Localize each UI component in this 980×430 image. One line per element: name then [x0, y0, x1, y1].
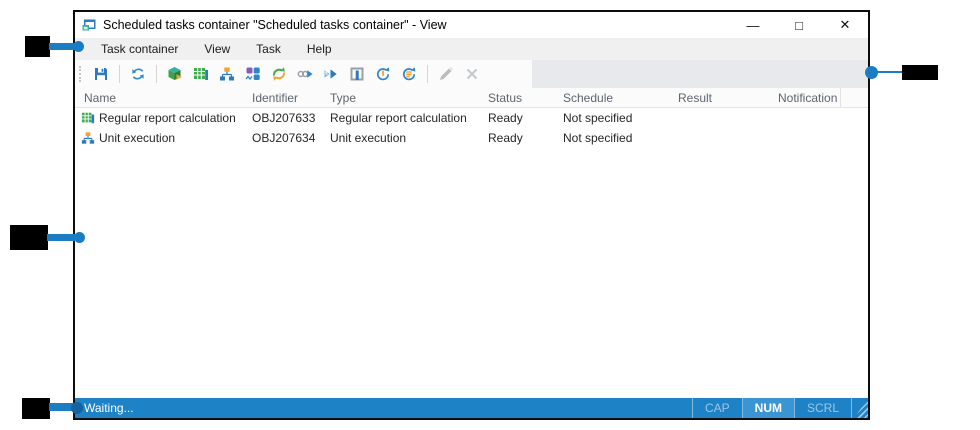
container-button[interactable]: [344, 62, 370, 86]
toolbar-separator: [156, 65, 157, 83]
cube-view-icon: [168, 67, 182, 80]
schedule-list-icon: [402, 67, 416, 81]
callout-leader-line: [47, 234, 75, 241]
list-header: Name Identifier Type Status Schedule Res…: [75, 88, 868, 108]
scroll-lock-indicator: SCRL: [806, 401, 839, 415]
redacted-callout-status-bar: [22, 398, 50, 419]
app-window: Scheduled tasks container "Scheduled tas…: [73, 10, 870, 420]
task-status: Ready: [488, 111, 523, 125]
schedule-once-button[interactable]: [370, 62, 396, 86]
redacted-callout-list-area: [10, 225, 48, 250]
task-type: Regular report calculation: [330, 111, 467, 125]
schedule-once-icon: [376, 67, 390, 81]
num-lock-indicator: NUM: [742, 398, 794, 418]
toolbar: [75, 60, 532, 88]
menu-task-container[interactable]: Task container: [92, 40, 187, 58]
edit-button-disabled[interactable]: [433, 62, 459, 86]
column-header-identifier[interactable]: Identifier: [247, 88, 325, 107]
task-status: Ready: [488, 131, 523, 145]
callout-dot: [865, 66, 878, 79]
table-row[interactable]: Unit execution OBJ207634 Unit execution …: [75, 128, 868, 148]
title-bar: Scheduled tasks container "Scheduled tas…: [75, 12, 868, 38]
callout-dot: [71, 402, 83, 414]
status-text: Waiting...: [84, 401, 134, 415]
menu-bar: Task container View Task Help: [75, 38, 868, 60]
statusbar-separator: [851, 398, 852, 418]
toolbar-area: [75, 60, 868, 88]
task-identifier: OBJ207633: [252, 111, 316, 125]
column-header-empty: [840, 88, 868, 107]
delete-button-disabled[interactable]: [459, 62, 485, 86]
table-row[interactable]: Regular report calculation OBJ207633 Reg…: [75, 108, 868, 128]
unit-orgchart-button[interactable]: [214, 62, 240, 86]
column-header-result[interactable]: Result: [673, 88, 773, 107]
save-icon: [95, 68, 107, 80]
sync-cycle-icon: [273, 67, 285, 81]
task-name-cell: Regular report calculation: [75, 111, 247, 125]
toolbar-separator: [427, 65, 428, 83]
menu-help[interactable]: Help: [298, 40, 341, 58]
toolbar-separator: [119, 65, 120, 83]
column-header-type[interactable]: Type: [325, 88, 483, 107]
column-header-schedule[interactable]: Schedule: [558, 88, 673, 107]
task-identifier: OBJ207634: [252, 131, 316, 145]
task-name-cell: Unit execution: [75, 131, 247, 145]
caps-lock-indicator: CAP: [704, 401, 730, 415]
redacted-callout-menu-bar: [25, 36, 50, 57]
save-button[interactable]: [88, 62, 114, 86]
status-indicators: CAP NUM SCRL: [691, 398, 868, 418]
fast-forward-button[interactable]: [318, 62, 344, 86]
column-header-status[interactable]: Status: [483, 88, 558, 107]
task-list-area[interactable]: Regular report calculation OBJ207633 Reg…: [75, 108, 868, 398]
app-icon: [82, 19, 96, 31]
redacted-callout-toolbar: [902, 65, 938, 80]
monitor-blocks-icon: [245, 67, 260, 81]
toolbar-grip[interactable]: [79, 66, 84, 82]
status-bar: Waiting... CAP NUM SCRL: [75, 398, 868, 418]
refresh-icon: [132, 68, 144, 80]
menu-view[interactable]: View: [195, 40, 239, 58]
report-table-icon: [81, 112, 95, 124]
callout-dot: [73, 41, 84, 52]
unit-orgchart-icon: [220, 67, 234, 81]
task-name: Unit execution: [99, 131, 176, 145]
task-schedule: Not specified: [563, 111, 633, 125]
task-schedule: Not specified: [563, 131, 633, 145]
close-button[interactable]: ✕: [822, 12, 868, 38]
container-icon: [350, 67, 364, 81]
task-name: Regular report calculation: [99, 111, 236, 125]
report-table-icon: [194, 68, 208, 80]
callout-dot: [74, 232, 85, 243]
schedule-list-button[interactable]: [396, 62, 422, 86]
run-linked-button[interactable]: [292, 62, 318, 86]
run-linked-icon: [297, 70, 313, 78]
report-table-button[interactable]: [188, 62, 214, 86]
column-header-name[interactable]: Name: [75, 88, 247, 107]
edit-pencil-icon: [440, 67, 453, 80]
menu-task[interactable]: Task: [247, 40, 290, 58]
fast-forward-icon: [324, 69, 337, 79]
refresh-button[interactable]: [125, 62, 151, 86]
resize-grip[interactable]: [854, 398, 868, 418]
callout-leader-line: [877, 71, 903, 73]
orgchart-icon: [81, 132, 95, 144]
cube-view-button[interactable]: [162, 62, 188, 86]
window-title: Scheduled tasks container "Scheduled tas…: [103, 18, 447, 32]
task-type: Unit execution: [330, 131, 407, 145]
maximize-button[interactable]: □: [776, 12, 822, 38]
window-controls: — □ ✕: [730, 12, 868, 38]
column-header-notification[interactable]: Notification: [773, 88, 840, 107]
minimize-button[interactable]: —: [730, 12, 776, 38]
sync-cycle-button[interactable]: [266, 62, 292, 86]
monitor-blocks-button[interactable]: [240, 62, 266, 86]
delete-x-icon: [466, 68, 478, 80]
callout-leader-line: [49, 43, 75, 50]
